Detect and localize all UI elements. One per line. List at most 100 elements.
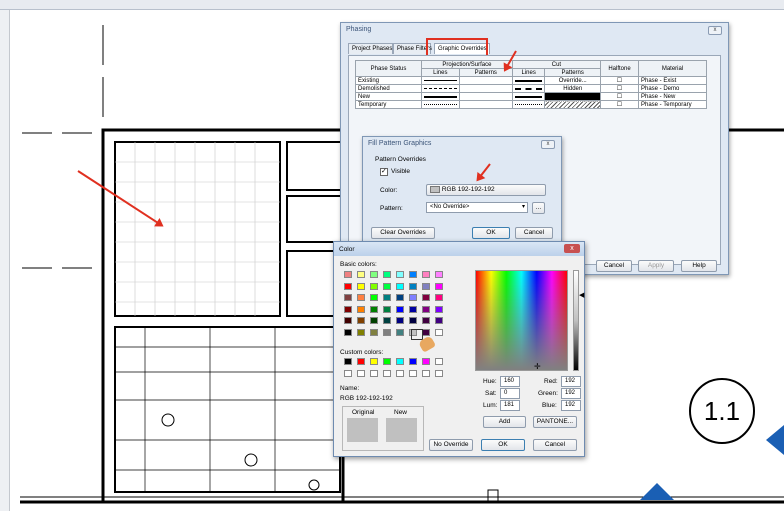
proj-lines-cell[interactable] bbox=[421, 92, 460, 101]
custom-color-swatch[interactable] bbox=[422, 370, 430, 377]
basic-color-swatch[interactable] bbox=[409, 271, 417, 278]
custom-color-swatch[interactable] bbox=[370, 370, 378, 377]
cut-lines-cell[interactable] bbox=[511, 84, 546, 93]
pantone-button[interactable]: PANTONE... bbox=[533, 416, 577, 428]
basic-color-swatch[interactable] bbox=[370, 305, 378, 313]
color-button[interactable]: RGB 192-192-192 bbox=[426, 184, 546, 196]
halftone-checkbox[interactable]: ☐ bbox=[600, 100, 639, 109]
hue-field[interactable]: 160 bbox=[500, 376, 520, 387]
basic-color-swatch[interactable] bbox=[396, 328, 404, 336]
lum-field[interactable]: 181 bbox=[500, 400, 520, 411]
proj-patterns-cell[interactable] bbox=[458, 100, 513, 109]
material-cell[interactable]: Phase - Exist bbox=[638, 76, 707, 85]
basic-color-swatch[interactable] bbox=[422, 328, 430, 336]
basic-color-swatch[interactable] bbox=[357, 282, 365, 290]
no-override-button[interactable]: No Override bbox=[429, 439, 473, 451]
table-row[interactable]: Demolished Hidden ☐ Phase - Demo bbox=[355, 84, 707, 93]
basic-color-swatch[interactable] bbox=[383, 271, 391, 278]
luminance-arrow-icon[interactable]: ◀ bbox=[579, 291, 584, 299]
halftone-checkbox[interactable]: ☐ bbox=[600, 76, 639, 85]
custom-color-swatch[interactable] bbox=[396, 370, 404, 377]
cancel-button[interactable]: Cancel bbox=[515, 227, 553, 239]
basic-color-swatch[interactable] bbox=[383, 328, 391, 336]
basic-color-swatch[interactable] bbox=[344, 294, 352, 301]
basic-color-swatch[interactable] bbox=[344, 271, 352, 278]
proj-patterns-cell[interactable] bbox=[458, 92, 513, 101]
basic-color-swatch[interactable] bbox=[409, 317, 417, 324]
green-field[interactable]: 192 bbox=[561, 388, 581, 399]
basic-color-swatch[interactable] bbox=[435, 317, 443, 324]
basic-color-swatch[interactable] bbox=[383, 294, 391, 301]
sat-field[interactable]: 0 bbox=[500, 388, 520, 399]
cut-patterns-cell[interactable] bbox=[544, 92, 601, 101]
basic-color-swatch[interactable] bbox=[409, 305, 417, 313]
custom-color-swatch[interactable] bbox=[383, 358, 391, 365]
table-row[interactable]: Temporary ☐ Phase - Temporary bbox=[355, 100, 707, 109]
basic-color-swatch[interactable] bbox=[357, 317, 365, 324]
material-cell[interactable]: Phase - New bbox=[638, 92, 707, 101]
custom-color-swatch[interactable] bbox=[344, 370, 352, 377]
basic-color-swatch[interactable] bbox=[370, 282, 378, 290]
proj-lines-cell[interactable] bbox=[421, 100, 460, 109]
cancel-button[interactable]: Cancel bbox=[533, 439, 577, 451]
basic-color-swatch[interactable] bbox=[370, 317, 378, 324]
browse-button[interactable]: ... bbox=[532, 202, 545, 214]
basic-color-swatch[interactable] bbox=[370, 328, 378, 336]
custom-color-swatch[interactable] bbox=[344, 358, 352, 365]
table-row[interactable]: Existing Override... ☐ Phase - Exist bbox=[355, 76, 707, 85]
tab-project-phases[interactable]: Project Phases bbox=[348, 43, 393, 54]
cut-lines-cell[interactable] bbox=[511, 76, 546, 85]
basic-color-swatch[interactable] bbox=[409, 294, 417, 301]
basic-color-swatch[interactable] bbox=[435, 271, 443, 278]
custom-color-swatch[interactable] bbox=[357, 370, 365, 377]
basic-color-swatch[interactable] bbox=[344, 305, 352, 313]
pattern-select[interactable]: <No Override> ▾ bbox=[426, 202, 528, 213]
basic-color-swatch[interactable] bbox=[422, 271, 430, 278]
basic-color-swatch[interactable] bbox=[396, 271, 404, 278]
basic-color-swatch[interactable] bbox=[396, 282, 404, 290]
ok-button[interactable]: OK bbox=[481, 439, 525, 451]
material-cell[interactable]: Phase - Temporary bbox=[638, 100, 707, 109]
proj-lines-cell[interactable] bbox=[421, 76, 460, 85]
close-icon[interactable]: x bbox=[541, 140, 555, 149]
basic-color-swatch[interactable] bbox=[422, 282, 430, 290]
cancel-button[interactable]: Cancel bbox=[596, 260, 632, 272]
color-spectrum[interactable] bbox=[475, 270, 568, 371]
custom-color-swatch[interactable] bbox=[357, 358, 365, 365]
cut-lines-cell[interactable] bbox=[511, 100, 546, 109]
basic-color-swatch[interactable] bbox=[422, 317, 430, 324]
cut-lines-cell[interactable] bbox=[511, 92, 546, 101]
cut-patterns-cell[interactable] bbox=[544, 100, 601, 109]
halftone-checkbox[interactable]: ☐ bbox=[600, 92, 639, 101]
basic-color-swatch[interactable] bbox=[396, 305, 404, 313]
basic-color-swatch[interactable] bbox=[383, 305, 391, 313]
custom-color-swatch[interactable] bbox=[422, 358, 430, 365]
table-row[interactable]: New ☐ Phase - New bbox=[355, 92, 707, 101]
material-cell[interactable]: Phase - Demo bbox=[638, 84, 707, 93]
basic-color-swatch[interactable] bbox=[435, 328, 443, 336]
luminance-slider[interactable] bbox=[573, 270, 579, 371]
custom-color-swatch[interactable] bbox=[435, 370, 443, 377]
basic-color-swatch[interactable] bbox=[435, 294, 443, 301]
basic-color-swatch[interactable] bbox=[357, 294, 365, 301]
proj-lines-cell[interactable] bbox=[421, 84, 460, 93]
red-field[interactable]: 192 bbox=[561, 376, 581, 387]
basic-color-swatch[interactable] bbox=[422, 294, 430, 301]
close-icon[interactable]: x bbox=[708, 26, 722, 35]
ok-button[interactable]: OK bbox=[472, 227, 510, 239]
basic-color-swatch[interactable] bbox=[344, 282, 352, 290]
basic-color-swatch[interactable] bbox=[357, 305, 365, 313]
basic-color-swatch[interactable] bbox=[435, 282, 443, 290]
cut-patterns-cell[interactable]: Override... bbox=[544, 76, 601, 85]
basic-color-swatch[interactable] bbox=[396, 317, 404, 324]
basic-color-swatch[interactable] bbox=[344, 328, 352, 336]
proj-patterns-cell[interactable] bbox=[458, 84, 513, 93]
cut-patterns-cell[interactable]: Hidden bbox=[544, 84, 601, 93]
basic-color-swatch[interactable] bbox=[422, 305, 430, 313]
custom-color-swatch[interactable] bbox=[383, 370, 391, 377]
clear-overrides-button[interactable]: Clear Overrides bbox=[371, 227, 435, 239]
basic-color-swatch[interactable] bbox=[383, 282, 391, 290]
add-button[interactable]: Add bbox=[483, 416, 526, 428]
basic-color-swatch[interactable] bbox=[370, 294, 378, 301]
custom-color-swatch[interactable] bbox=[409, 370, 417, 377]
